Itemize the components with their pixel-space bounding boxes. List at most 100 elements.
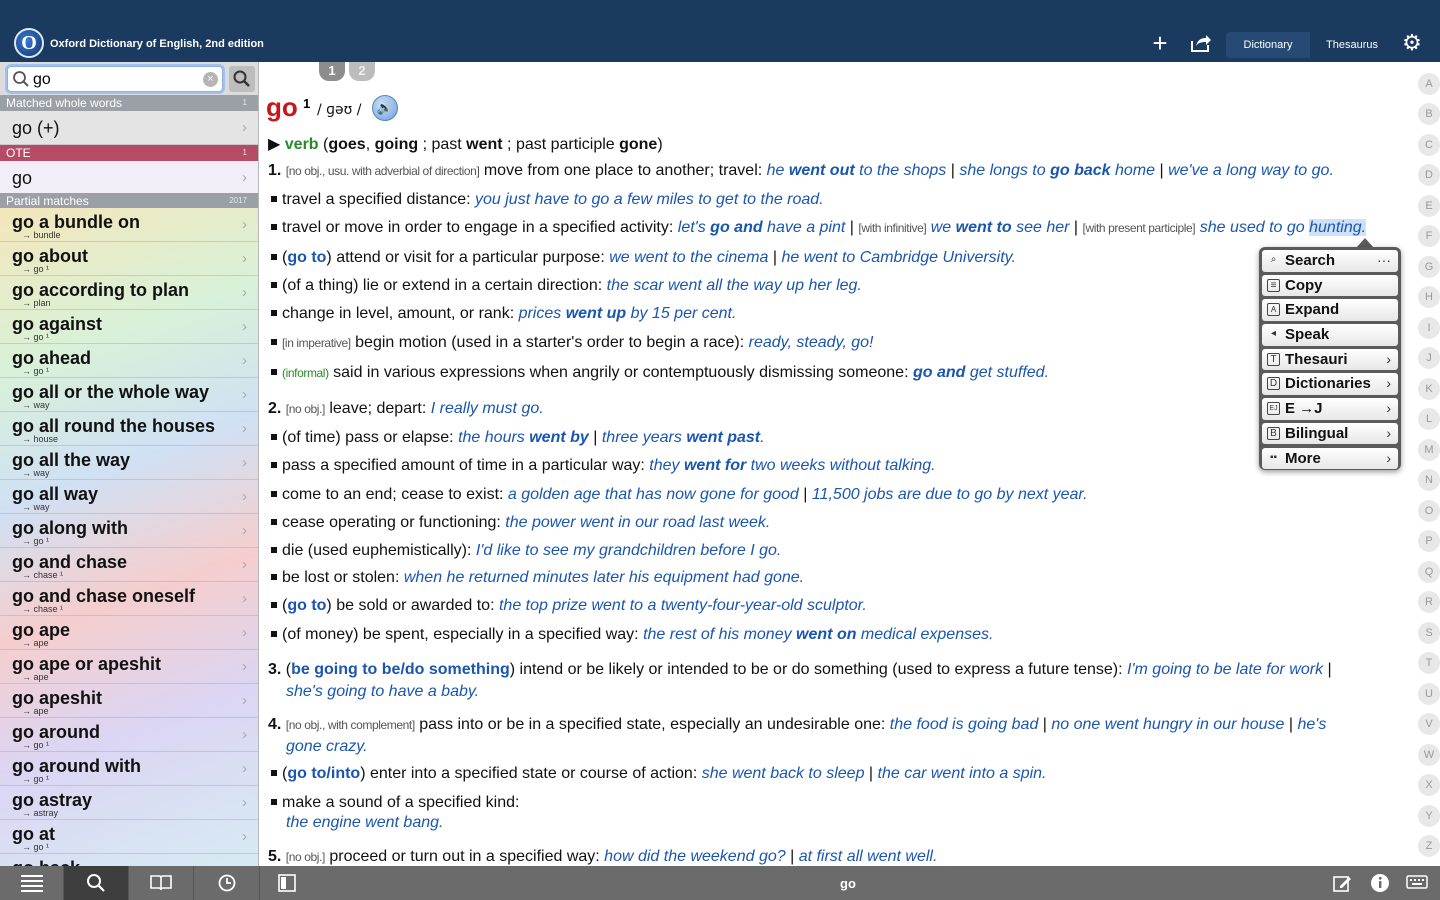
sense-4: 4. [no obj., with complement] pass into … bbox=[268, 716, 1327, 733]
section-count: 1 bbox=[242, 98, 247, 107]
app-title: Oxford Dictionary of English, 2nd editio… bbox=[50, 38, 264, 50]
headword: go bbox=[266, 92, 298, 122]
alpha-index-letter[interactable]: Z bbox=[1418, 835, 1440, 857]
alpha-index-letter[interactable]: H bbox=[1418, 286, 1440, 308]
alpha-index-letter[interactable]: S bbox=[1418, 622, 1440, 644]
list-item[interactable]: go all way → way › bbox=[0, 480, 258, 514]
list-item[interactable]: go all the way → way › bbox=[0, 446, 258, 480]
title-bar: O Oxford Dictionary of English, 2nd edit… bbox=[0, 0, 1440, 62]
menu-item-copy[interactable]: ≡ Copy bbox=[1262, 274, 1398, 297]
list-menu-icon[interactable] bbox=[0, 866, 64, 900]
info-icon[interactable] bbox=[1367, 866, 1393, 900]
list-item-ref: → ape bbox=[22, 672, 49, 682]
menu-item-dictionaries[interactable]: D Dictionaries › bbox=[1262, 373, 1398, 395]
menu-item-more[interactable]: ▪▪ More › bbox=[1262, 447, 1398, 469]
menu-item-expand[interactable]: A Expand bbox=[1262, 299, 1398, 321]
search-input[interactable]: go bbox=[33, 71, 51, 89]
share-icon[interactable] bbox=[1189, 33, 1213, 55]
list-item-ref: → bundle bbox=[22, 230, 61, 240]
alpha-index-letter[interactable]: I bbox=[1418, 317, 1440, 339]
chevron-right-icon: › bbox=[242, 284, 247, 301]
clear-search-icon[interactable]: × bbox=[203, 72, 218, 87]
list-item[interactable]: go a bundle on → bundle › bbox=[0, 208, 258, 242]
alpha-index-letter[interactable]: R bbox=[1418, 591, 1440, 613]
list-item[interactable]: go apeshit → ape › bbox=[0, 684, 258, 718]
list-item[interactable]: go about → go ¹ › bbox=[0, 242, 258, 276]
list-item[interactable]: go around with → go ¹ › bbox=[0, 752, 258, 786]
alpha-index-letter[interactable]: T bbox=[1418, 652, 1440, 674]
tab-thesaurus[interactable]: Thesaurus bbox=[1310, 32, 1394, 58]
list-item-ref: → go ¹ bbox=[22, 264, 50, 274]
alpha-index-letter[interactable]: P bbox=[1418, 530, 1440, 552]
alpha-index-letter[interactable]: B bbox=[1418, 103, 1440, 125]
menu-more-dots[interactable]: ··· bbox=[1377, 250, 1391, 271]
menu-item-label: E →J bbox=[1285, 400, 1323, 418]
search-icon bbox=[13, 71, 29, 87]
list-item[interactable]: go back› bbox=[0, 854, 258, 866]
list-item[interactable]: go against → go ¹ › bbox=[0, 310, 258, 344]
list-item[interactable]: go ahead → go ¹ › bbox=[0, 344, 258, 378]
view-segmented-control: Dictionary Thesaurus bbox=[1226, 32, 1394, 58]
part-of-speech-line: ▶ verb (goes, going ; past went ; past p… bbox=[268, 136, 663, 153]
homograph-page-2[interactable]: 2 bbox=[349, 62, 375, 81]
menu-item-thesauri[interactable]: T Thesauri › bbox=[1262, 348, 1398, 371]
alpha-index-letter[interactable]: X bbox=[1418, 774, 1440, 796]
alpha-index-letter[interactable]: W bbox=[1418, 744, 1440, 766]
toggle-sidebar-icon[interactable] bbox=[275, 866, 299, 900]
alpha-index-letter[interactable]: G bbox=[1418, 256, 1440, 278]
alpha-index-letter[interactable]: L bbox=[1418, 408, 1440, 430]
section-title: Partial matches bbox=[6, 194, 89, 208]
alpha-index-letter[interactable]: O bbox=[1418, 500, 1440, 522]
history-icon[interactable] bbox=[194, 866, 260, 900]
chevron-right-icon: › bbox=[242, 454, 247, 471]
edit-note-icon[interactable] bbox=[1330, 866, 1356, 900]
tab-dictionary[interactable]: Dictionary bbox=[1226, 32, 1310, 58]
alpha-index-letter[interactable]: C bbox=[1418, 134, 1440, 156]
alpha-index-letter[interactable]: E bbox=[1418, 195, 1440, 217]
alpha-index-letter[interactable]: Y bbox=[1418, 805, 1440, 827]
alpha-index-letter[interactable]: D bbox=[1418, 164, 1440, 186]
alpha-index-letter[interactable]: K bbox=[1418, 378, 1440, 400]
list-item[interactable]: go and chase oneself → chase ¹ › bbox=[0, 582, 258, 616]
list-item[interactable]: go according to plan → plan › bbox=[0, 276, 258, 310]
homograph-page-1[interactable]: 1 bbox=[319, 62, 345, 81]
alpha-index-letter[interactable]: J bbox=[1418, 347, 1440, 369]
expand-icon: A bbox=[1267, 303, 1280, 317]
sense-3: 3. (be going to be/do something) intend … bbox=[268, 661, 1332, 678]
list-item[interactable]: go and chase → chase ¹ › bbox=[0, 548, 258, 582]
search-button[interactable] bbox=[229, 66, 255, 92]
alpha-index-letter[interactable]: M bbox=[1418, 439, 1440, 461]
search-field[interactable]: go × bbox=[7, 66, 223, 92]
list-item-ote[interactable]: go › bbox=[0, 161, 258, 195]
list-item[interactable]: go along with → go ¹ › bbox=[0, 514, 258, 548]
list-item[interactable]: go around → go ¹ › bbox=[0, 718, 258, 752]
speaker-icon[interactable]: 🔊 bbox=[372, 95, 398, 121]
list-item-matched[interactable]: go (+) › bbox=[0, 111, 258, 145]
alpha-index-letter[interactable]: U bbox=[1418, 683, 1440, 705]
chevron-right-icon: › bbox=[242, 352, 247, 369]
list-item[interactable]: go at → go ¹ › bbox=[0, 820, 258, 854]
list-item[interactable]: go all or the whole way → way › bbox=[0, 378, 258, 412]
list-item[interactable]: go ape or apeshit → ape › bbox=[0, 650, 258, 684]
book-icon[interactable] bbox=[129, 866, 194, 900]
chevron-right-icon: › bbox=[242, 250, 247, 267]
chevron-right-icon: › bbox=[242, 318, 247, 335]
list-item[interactable]: go ape → ape › bbox=[0, 616, 258, 650]
triangle-icon[interactable]: ▶ bbox=[268, 136, 280, 153]
menu-item-label: Thesauri bbox=[1285, 350, 1348, 368]
alpha-index-letter[interactable]: N bbox=[1418, 469, 1440, 491]
alpha-index-letter[interactable]: F bbox=[1418, 225, 1440, 247]
menu-item-speak[interactable]: ◂ Speak bbox=[1262, 324, 1398, 346]
add-bookmark-icon[interactable]: + bbox=[1148, 30, 1172, 56]
alpha-index-letter[interactable]: A bbox=[1418, 73, 1440, 95]
search-tab-icon[interactable] bbox=[64, 866, 129, 900]
alpha-index-letter[interactable]: V bbox=[1418, 713, 1440, 735]
list-item[interactable]: go all round the houses → house › bbox=[0, 412, 258, 446]
menu-item-search[interactable]: ⌕ Search ··· bbox=[1262, 250, 1398, 272]
gear-icon[interactable]: ⚙ bbox=[1400, 32, 1424, 54]
list-item[interactable]: go astray → astray › bbox=[0, 786, 258, 820]
menu-item-ej[interactable]: EJ E →J › bbox=[1262, 398, 1398, 420]
alpha-index-letter[interactable]: Q bbox=[1418, 561, 1440, 583]
keyboard-icon[interactable] bbox=[1402, 866, 1432, 900]
menu-item-bilingual[interactable]: B Bilingual › bbox=[1262, 422, 1398, 445]
